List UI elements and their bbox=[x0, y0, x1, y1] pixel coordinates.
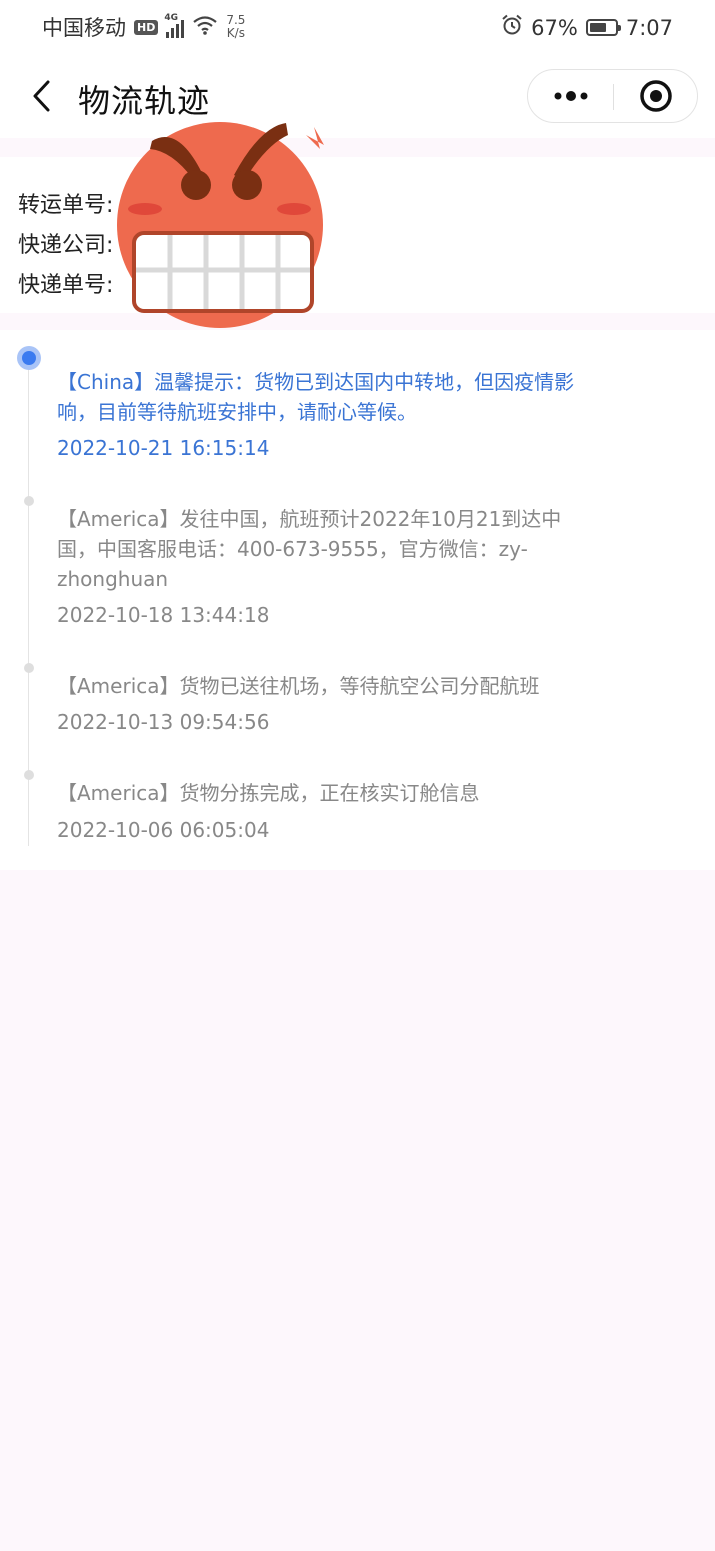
timeline-dot-active bbox=[17, 346, 41, 370]
carrier-name: 中国移动 bbox=[42, 16, 126, 40]
timeline-dot bbox=[24, 770, 34, 780]
close-miniprogram-button[interactable] bbox=[614, 70, 698, 122]
target-circle-icon bbox=[640, 80, 672, 112]
timeline-dot bbox=[24, 663, 34, 673]
logistics-timeline: 【China】温馨提示：货物已到达国内中转地，但因疫情影响，目前等待航班安排中，… bbox=[0, 330, 715, 870]
battery-percent: 67% bbox=[531, 15, 578, 40]
timeline-item-time: 2022-10-13 09:54:56 bbox=[57, 710, 270, 734]
clock: 7:07 bbox=[625, 15, 673, 40]
timeline-item-time: 2022-10-21 16:15:14 bbox=[57, 436, 270, 460]
more-dots-icon bbox=[554, 91, 587, 101]
timeline-item-text: 【America】货物已送往机场，等待航空公司分配航班 bbox=[57, 674, 540, 698]
timeline-item-text: 【America】货物分拣完成，正在核实订舱信息 bbox=[57, 781, 480, 805]
nav-bar: 物流轨迹 bbox=[0, 56, 715, 138]
transfer-number-label: 转运单号: bbox=[18, 193, 114, 218]
network-type: 4G bbox=[164, 13, 178, 23]
timeline-item-time: 2022-10-06 06:05:04 bbox=[57, 818, 270, 842]
back-button[interactable] bbox=[26, 78, 56, 114]
grimace-emoji-sticker bbox=[117, 122, 324, 328]
timeline-item-time: 2022-10-18 13:44:18 bbox=[57, 603, 270, 627]
courier-number-label: 快递单号: bbox=[18, 273, 114, 298]
shipment-info-card: 转运单号: 快递公司: 快递单号: bbox=[0, 157, 715, 313]
courier-company-label: 快递公司: bbox=[18, 233, 114, 258]
signal-icon: 4G bbox=[164, 13, 185, 38]
more-button[interactable] bbox=[528, 70, 613, 122]
hd-badge: HD bbox=[134, 19, 159, 35]
wifi-icon bbox=[192, 15, 218, 40]
battery-icon bbox=[585, 19, 621, 36]
alarm-icon bbox=[501, 14, 523, 41]
chevron-left-icon bbox=[33, 80, 50, 112]
status-right: 67% 7:07 bbox=[501, 14, 673, 41]
timeline-item-text: 【China】温馨提示：货物已到达国内中转地，但因疫情影响，目前等待航班安排中，… bbox=[57, 370, 575, 424]
status-bar: 中国移动 HD 4G 7.5 K/s 67% 7:07 bbox=[0, 0, 715, 56]
speed-unit: K/s bbox=[226, 26, 245, 40]
capsule-menu bbox=[527, 69, 698, 123]
status-left: 中国移动 HD 4G 7.5 K/s bbox=[42, 12, 245, 42]
network-speed: 7.5 K/s bbox=[226, 14, 245, 40]
timeline-item-text: 【America】发往中国，航班预计2022年10月21到达中国，中国客服电话：… bbox=[57, 507, 562, 591]
timeline-dot bbox=[24, 496, 34, 506]
